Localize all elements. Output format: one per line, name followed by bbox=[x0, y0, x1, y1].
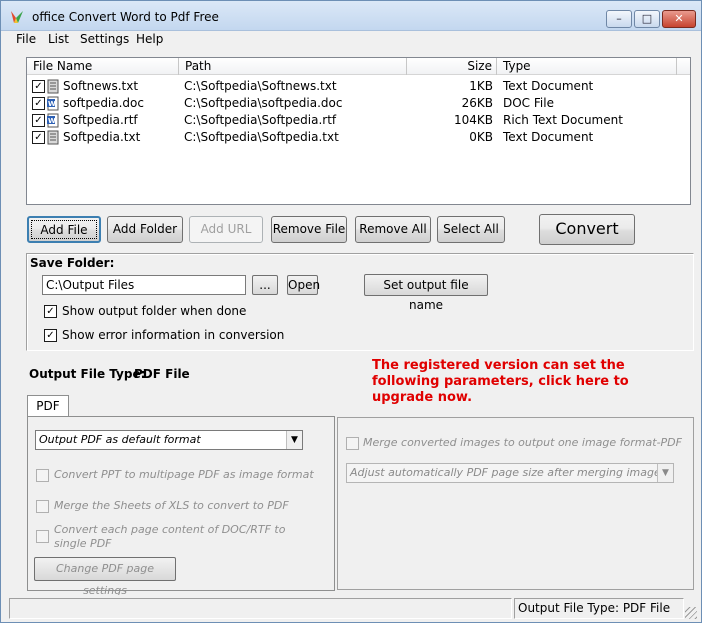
file-type: Text Document bbox=[503, 79, 594, 93]
app-window: office Convert Word to Pdf Free – □ ✕ Fi… bbox=[0, 0, 702, 623]
save-folder-label: Save Folder: bbox=[30, 256, 115, 270]
row-checkbox[interactable]: ✓ bbox=[32, 114, 45, 127]
column-type[interactable]: Type bbox=[497, 58, 677, 75]
window-title: office Convert Word to Pdf Free bbox=[32, 10, 219, 24]
output-type-label: Output File Type: bbox=[29, 367, 146, 381]
chevron-down-icon[interactable]: ▼ bbox=[286, 431, 302, 449]
file-size: 0KB bbox=[469, 130, 493, 144]
file-size: 1KB bbox=[469, 79, 493, 93]
file-type: Text Document bbox=[503, 130, 594, 144]
adjust-page-size-select[interactable]: Adjust automatically PDF page size after… bbox=[346, 463, 674, 483]
browse-button[interactable]: ... bbox=[252, 275, 278, 295]
file-path: C:\Softpedia\softpedia.doc bbox=[184, 96, 343, 110]
status-left bbox=[9, 598, 512, 619]
convert-each-page-label: Convert each page content of DOC/RTF to … bbox=[54, 523, 286, 550]
show-output-folder-label: Show output folder when done bbox=[62, 304, 247, 318]
table-row[interactable]: ✓ W Softpedia.rtf C:\Softpedia\Softpedia… bbox=[27, 112, 690, 129]
chevron-down-icon[interactable]: ▼ bbox=[657, 464, 673, 482]
resize-grip-icon[interactable] bbox=[685, 607, 697, 619]
title-bar[interactable]: office Convert Word to Pdf Free – □ ✕ bbox=[1, 1, 701, 31]
table-row[interactable]: ✓ W softpedia.doc C:\Softpedia\softpedia… bbox=[27, 95, 690, 112]
menu-bar: File List Settings Help bbox=[1, 31, 701, 49]
convert-ppt-checkbox[interactable] bbox=[36, 469, 49, 482]
close-button[interactable]: ✕ bbox=[662, 10, 696, 28]
show-output-folder-checkbox[interactable]: ✓ bbox=[44, 305, 57, 318]
merge-images-checkbox[interactable] bbox=[346, 437, 359, 450]
column-file-name[interactable]: File Name bbox=[27, 58, 179, 75]
menu-list[interactable]: List bbox=[45, 32, 72, 46]
image-merge-panel: Merge converted images to output one ima… bbox=[337, 417, 694, 590]
minimize-button[interactable]: – bbox=[606, 10, 632, 28]
status-bar: Output File Type: PDF File bbox=[1, 595, 701, 622]
pdf-format-value: Output PDF as default format bbox=[39, 433, 201, 446]
pdf-options-panel: Output PDF as default format ▼ Convert P… bbox=[27, 416, 335, 597]
add-file-button[interactable]: Add File bbox=[27, 216, 101, 243]
svg-text:W: W bbox=[48, 117, 56, 125]
svg-text:W: W bbox=[48, 100, 56, 108]
file-name: Softnews.txt bbox=[63, 79, 139, 93]
convert-button[interactable]: Convert bbox=[539, 214, 635, 245]
add-url-button[interactable]: Add URL bbox=[189, 216, 263, 243]
word-doc-icon: W bbox=[47, 113, 59, 128]
merge-images-label: Merge converted images to output one ima… bbox=[363, 436, 682, 449]
text-file-icon bbox=[47, 130, 59, 145]
file-type: Rich Text Document bbox=[503, 113, 623, 127]
add-folder-button[interactable]: Add Folder bbox=[107, 216, 183, 243]
file-path: C:\Softpedia\Softnews.txt bbox=[184, 79, 337, 93]
file-name: Softpedia.txt bbox=[63, 130, 141, 144]
file-list[interactable]: File Name Path Size Type ✓ Softnews.txt … bbox=[26, 57, 691, 205]
file-type: DOC File bbox=[503, 96, 554, 110]
column-path[interactable]: Path bbox=[179, 58, 407, 75]
row-checkbox[interactable]: ✓ bbox=[32, 80, 45, 93]
select-all-button[interactable]: Select All bbox=[437, 216, 505, 243]
convert-ppt-label: Convert PPT to multipage PDF as image fo… bbox=[54, 468, 314, 481]
output-type-value: PDF File bbox=[134, 367, 190, 381]
menu-settings[interactable]: Settings bbox=[77, 32, 132, 46]
open-folder-button[interactable]: Open bbox=[287, 275, 320, 295]
table-row[interactable]: ✓ Softnews.txt C:\Softpedia\Softnews.txt… bbox=[27, 78, 690, 95]
file-size: 26KB bbox=[461, 96, 493, 110]
save-folder-input[interactable]: C:\Output Files bbox=[42, 275, 246, 295]
change-pdf-settings-button[interactable]: Change PDF page settings bbox=[34, 557, 176, 597]
show-error-info-checkbox[interactable]: ✓ bbox=[44, 329, 57, 342]
status-output-type: Output File Type: PDF File bbox=[514, 598, 684, 619]
word-doc-icon: W bbox=[47, 96, 59, 111]
table-row[interactable]: ✓ Softpedia.txt C:\Softpedia\Softpedia.t… bbox=[27, 129, 690, 146]
show-error-info-label: Show error information in conversion bbox=[62, 328, 285, 342]
file-list-header: File Name Path Size Type bbox=[27, 58, 690, 75]
menu-file[interactable]: File bbox=[13, 32, 39, 46]
maximize-button[interactable]: □ bbox=[634, 10, 660, 28]
file-path: C:\Softpedia\Softpedia.rtf bbox=[184, 113, 337, 127]
merge-xls-checkbox[interactable] bbox=[36, 500, 49, 513]
app-logo-icon bbox=[11, 11, 23, 23]
file-path: C:\Softpedia\Softpedia.txt bbox=[184, 130, 339, 144]
file-size: 104KB bbox=[453, 113, 493, 127]
file-name: softpedia.doc bbox=[63, 96, 144, 110]
convert-each-page-checkbox[interactable] bbox=[36, 530, 49, 543]
row-checkbox[interactable]: ✓ bbox=[32, 131, 45, 144]
column-size[interactable]: Size bbox=[407, 58, 497, 75]
text-file-icon bbox=[47, 79, 59, 94]
merge-xls-label: Merge the Sheets of XLS to convert to PD… bbox=[54, 499, 289, 512]
file-name: Softpedia.rtf bbox=[63, 113, 138, 127]
menu-help[interactable]: Help bbox=[133, 32, 166, 46]
tab-pdf[interactable]: PDF bbox=[27, 395, 69, 417]
set-output-name-button[interactable]: Set output file name bbox=[364, 274, 488, 312]
pdf-format-select[interactable]: Output PDF as default format ▼ bbox=[35, 430, 303, 450]
remove-file-button[interactable]: Remove File bbox=[271, 216, 347, 243]
upgrade-link[interactable]: The registered version can set the follo… bbox=[372, 358, 692, 406]
adjust-page-size-value: Adjust automatically PDF page size after… bbox=[350, 466, 674, 479]
row-checkbox[interactable]: ✓ bbox=[32, 97, 45, 110]
remove-all-button[interactable]: Remove All bbox=[355, 216, 431, 243]
